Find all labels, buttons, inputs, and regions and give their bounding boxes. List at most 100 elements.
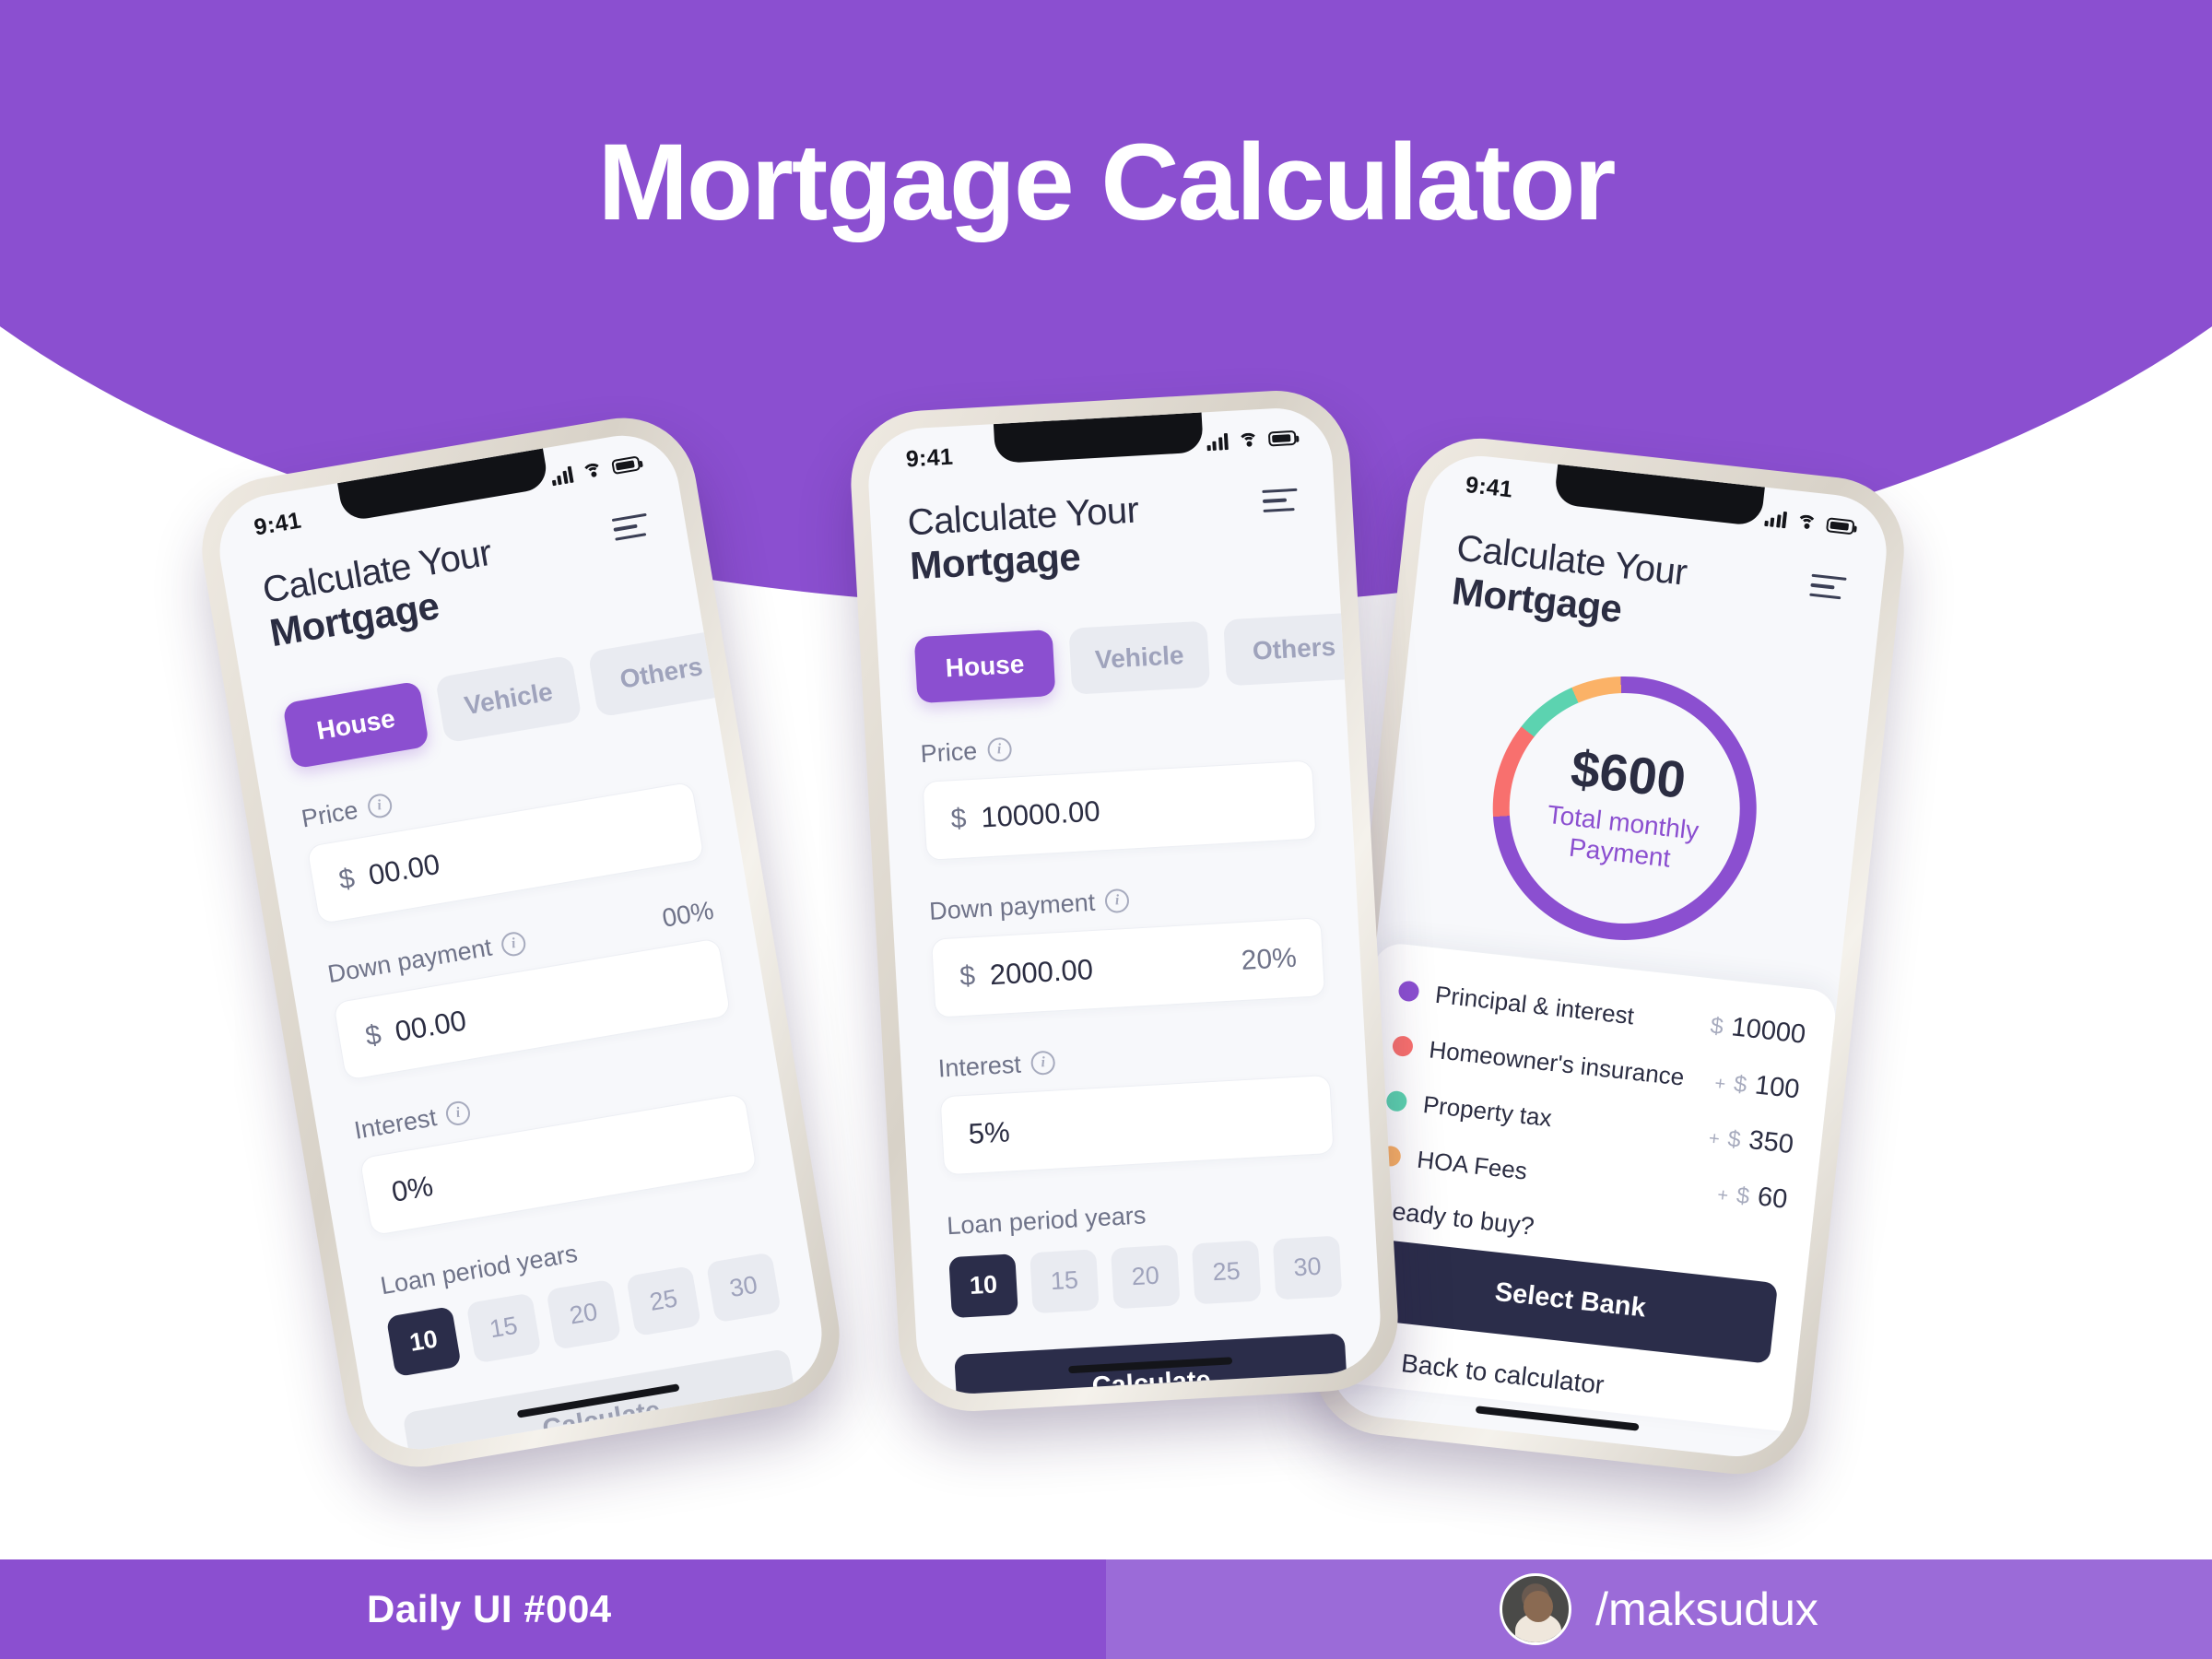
- loan-period-chip-30[interactable]: 30: [705, 1252, 782, 1324]
- price-label: Price: [919, 736, 979, 768]
- breakdown-value: + $ 60: [1716, 1178, 1789, 1216]
- hamburger-menu-icon[interactable]: [1262, 481, 1299, 519]
- app-header: Calculate Your Mortgage: [905, 457, 1301, 587]
- wifi-icon: [1794, 513, 1818, 536]
- breakdown-name: Principal & interest: [1433, 980, 1636, 1030]
- battery-icon: [611, 455, 641, 476]
- tab-house[interactable]: House: [282, 680, 430, 770]
- loan-period-chip-15[interactable]: 15: [465, 1292, 542, 1364]
- interest-label: Interest: [937, 1050, 1022, 1083]
- footer-right-panel: /maksudux: [1106, 1559, 2212, 1659]
- page-title: Mortgage Calculator: [597, 122, 1617, 243]
- plus-sign: +: [1713, 1073, 1727, 1095]
- battery-icon: [1267, 429, 1297, 447]
- loan-period-chip-25[interactable]: 25: [1191, 1240, 1262, 1305]
- app-content: Calculate Your Mortgage House Vehicle Ot…: [868, 455, 1383, 1397]
- status-icons: [1206, 429, 1297, 453]
- loan-period-chip-10[interactable]: 10: [385, 1305, 462, 1377]
- down-payment-label: Down payment: [928, 888, 1096, 925]
- footer-left-panel: Daily UI #004: [0, 1559, 1106, 1659]
- currency-symbol: $: [1726, 1125, 1743, 1153]
- status-time: 9:41: [252, 507, 303, 541]
- currency-symbol: $: [1735, 1182, 1751, 1210]
- info-icon[interactable]: i: [500, 930, 528, 959]
- currency-symbol: $: [1732, 1070, 1748, 1099]
- category-tabs: House Vehicle Others: [913, 611, 1365, 704]
- category-tabs: House Vehicle Others: [282, 629, 735, 770]
- phone-screen: 9:41 Calculate Your Mortgage House Vehic…: [865, 405, 1383, 1397]
- app-title: Calculate Your Mortgage: [1450, 527, 1689, 637]
- loan-period-chip-30[interactable]: 30: [1272, 1235, 1343, 1300]
- legend-color-dot: [1397, 980, 1420, 1003]
- amount: 60: [1756, 1182, 1789, 1215]
- down-payment-value: 00.00: [393, 1004, 469, 1048]
- info-icon[interactable]: i: [986, 736, 1012, 763]
- poster-canvas: Mortgage Calculator 9:41 Calculate Your …: [0, 0, 2212, 1659]
- price-value: 10000.00: [980, 794, 1101, 834]
- price-value: 00.00: [366, 847, 442, 892]
- loan-period-options: 10 15 20 25 30: [948, 1235, 1343, 1318]
- breakdown-name: Property tax: [1421, 1089, 1554, 1133]
- breakdown-value: + $ 100: [1713, 1065, 1801, 1105]
- interest-input[interactable]: 5%: [939, 1074, 1335, 1176]
- price-label-row: Price i: [920, 718, 1312, 769]
- signal-bars-icon: [1206, 432, 1229, 452]
- price-label: Price: [299, 795, 360, 833]
- info-icon[interactable]: i: [1030, 1050, 1056, 1077]
- breakdown-name: HOA Fees: [1415, 1145, 1529, 1185]
- signal-bars-icon: [549, 465, 574, 487]
- hamburger-menu-icon[interactable]: [1808, 567, 1847, 606]
- loan-period-label: Loan period years: [946, 1201, 1147, 1241]
- loan-period-chip-20[interactable]: 20: [546, 1278, 622, 1350]
- down-payment-input[interactable]: $ 2000.00 20%: [930, 916, 1326, 1018]
- interest-label: Interest: [352, 1102, 439, 1145]
- total-payment-amount: $600: [1568, 738, 1689, 809]
- info-icon[interactable]: i: [1104, 888, 1130, 914]
- donut-ring: $600 Total monthly Payment: [1479, 663, 1771, 954]
- daily-ui-label: Daily UI #004: [367, 1587, 612, 1630]
- info-icon[interactable]: i: [365, 792, 394, 820]
- down-payment-percent: 00%: [660, 895, 716, 933]
- amount: 10000: [1730, 1012, 1807, 1050]
- loan-period-chip-20[interactable]: 20: [1111, 1244, 1181, 1310]
- total-payment-caption: Total monthly Payment: [1543, 799, 1700, 877]
- tab-vehicle[interactable]: Vehicle: [434, 654, 582, 744]
- plus-sign: +: [1716, 1184, 1730, 1206]
- legend-color-dot: [1385, 1089, 1408, 1113]
- interest-label-row: Interest i: [937, 1033, 1329, 1084]
- down-payment-percent: 20%: [1240, 942, 1298, 976]
- plus-sign: +: [1707, 1128, 1721, 1150]
- interest-value: 5%: [967, 1115, 1011, 1150]
- wifi-icon: [1237, 431, 1260, 453]
- loan-period-chip-10[interactable]: 10: [948, 1253, 1018, 1318]
- price-input[interactable]: $ 10000.00: [922, 759, 1317, 861]
- interest-value: 0%: [389, 1169, 436, 1208]
- status-time: 9:41: [1464, 471, 1514, 502]
- info-icon[interactable]: i: [444, 1100, 473, 1128]
- status-icons: [1763, 510, 1855, 536]
- tab-vehicle[interactable]: Vehicle: [1068, 620, 1211, 695]
- app-title: Calculate Your Mortgage: [260, 533, 502, 654]
- currency-symbol: $: [362, 1018, 383, 1053]
- status-time: 9:41: [905, 443, 954, 472]
- app-title: Calculate Your Mortgage: [907, 490, 1143, 588]
- down-payment-value: 2000.00: [988, 952, 1094, 992]
- hamburger-menu-icon[interactable]: [610, 506, 651, 547]
- poster-footer: Daily UI #004 /maksudux: [0, 1559, 2212, 1659]
- app-content: Calculate Your Mortgage House Vehicle Ot…: [219, 477, 830, 1458]
- tab-house[interactable]: House: [913, 629, 1056, 704]
- signal-bars-icon: [1763, 510, 1788, 529]
- breakdown-name: Homeowner's insurance: [1428, 1035, 1686, 1091]
- breakdown-card: Principal & interest $ 10000 Homeowner's…: [1327, 941, 1839, 1432]
- loan-period-chip-15[interactable]: 15: [1030, 1249, 1100, 1314]
- phone-mockup-result-state: 9:41 Calculate Your Mortgage $600 Total …: [1304, 430, 1912, 1482]
- breakdown-value: $ 10000: [1700, 1009, 1807, 1051]
- legend-color-dot: [1391, 1035, 1415, 1058]
- currency-symbol: $: [959, 960, 976, 992]
- loan-period-chip-25[interactable]: 25: [626, 1265, 702, 1336]
- down-payment-label-row: Down payment i: [928, 876, 1320, 926]
- author-handle: /maksudux: [1595, 1583, 1818, 1635]
- amount: 350: [1747, 1124, 1795, 1159]
- breakdown-value: + $ 350: [1707, 1121, 1795, 1160]
- amount: 100: [1753, 1070, 1802, 1105]
